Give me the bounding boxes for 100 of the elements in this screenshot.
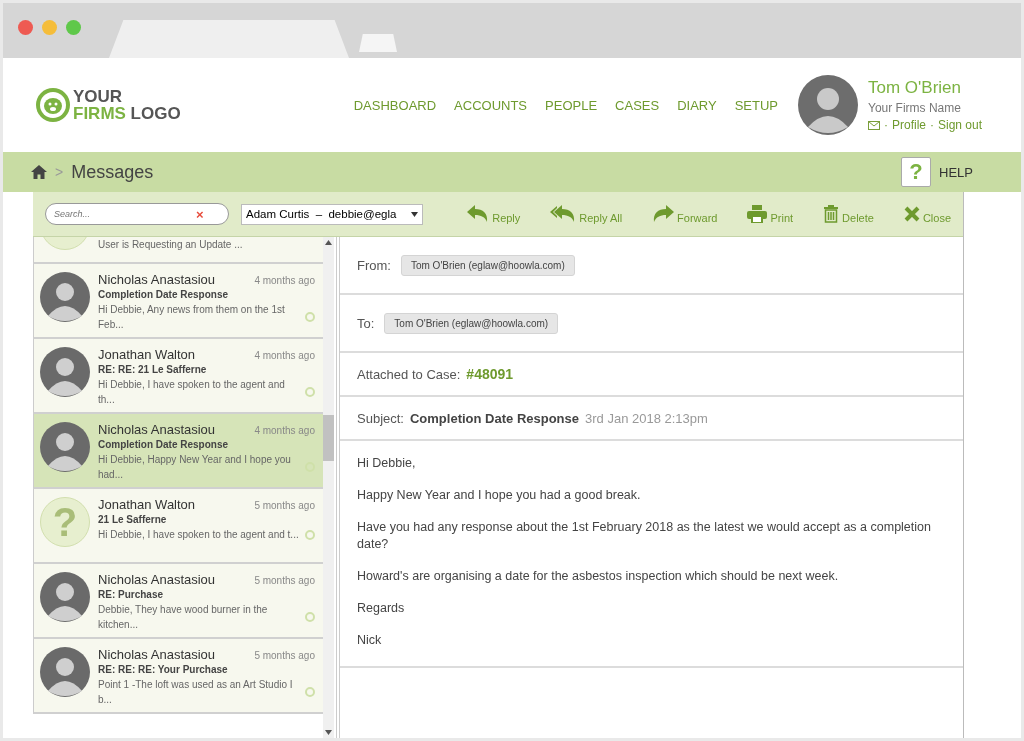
delete-button[interactable]: Delete xyxy=(823,204,874,224)
breadcrumb-separator: > xyxy=(55,164,64,180)
message-preview: Hi Debbie, I have spoken to the agent and t... xyxy=(98,528,299,542)
email-date: 3rd Jan 2018 2:13pm xyxy=(585,410,708,426)
message-item[interactable]: User is Requesting an Update ... xyxy=(33,237,323,264)
double-reply-arrow-icon xyxy=(550,205,577,223)
mailbox-dropdown[interactable]: Adam Curtis – debbie@egla xyxy=(241,203,423,225)
body-paragraph: Happy New Year and I hope you had a good break. xyxy=(357,487,642,504)
sender-name: Nicholas Anastasiou xyxy=(98,422,216,437)
status-ring-icon xyxy=(305,529,315,540)
message-item[interactable]: ? Jonathan Walton 5 months ago 21 Le Safferne Hi Debbie, I have spoken to the agent and t... xyxy=(33,489,323,564)
message-time: 5 months ago xyxy=(254,650,315,661)
status-ring-icon xyxy=(305,312,315,322)
message-subject: Completion Date Response xyxy=(98,289,229,300)
message-preview: Point 1 -The loft was used as an Art Studio I b... xyxy=(98,678,294,707)
forward-button[interactable]: Forward xyxy=(652,204,718,224)
body-paragraph: Hi Debbie, xyxy=(357,455,417,472)
close-icon xyxy=(903,206,920,222)
nav-link[interactable]: PEOPLE xyxy=(545,97,598,113)
body-paragraph: Regards xyxy=(357,600,406,617)
profile-link[interactable]: Profile xyxy=(892,118,926,132)
user-name: Tom O'Brien xyxy=(868,78,962,98)
printer-icon xyxy=(747,205,768,223)
help-button[interactable]: ? xyxy=(901,157,932,187)
close-window-dot[interactable] xyxy=(18,20,33,35)
status-ring-icon xyxy=(305,687,315,697)
unknown-avatar: ? xyxy=(40,497,90,547)
field-label: Subject: xyxy=(357,410,404,426)
message-preview: Debbie, They have wood burner in the kitchen... xyxy=(98,603,269,632)
scrollbar-track[interactable] xyxy=(323,237,334,738)
body-paragraph: Have you had any response about the 1st February 2018 as the latest we would accept as a completion date? xyxy=(357,519,932,553)
person-avatar xyxy=(40,572,90,622)
sender-name: Jonathan Walton xyxy=(98,347,196,362)
separator-dot: · xyxy=(930,118,934,132)
sender-name: Nicholas Anastasiou xyxy=(98,647,216,662)
status-ring-icon xyxy=(305,387,315,397)
message-preview: Hi Debbie, I have spoken to the agent and th... xyxy=(98,378,286,407)
message-subject: 21 Le Safferne xyxy=(98,514,167,525)
scroll-thumb[interactable] xyxy=(323,415,334,461)
case-link[interactable]: #48091 xyxy=(466,366,514,382)
message-item[interactable]: Nicholas Anastasiou 5 months ago RE: Purchase Debbie, They have wood burner in the kitchen... xyxy=(33,564,323,639)
message-time: 4 months ago xyxy=(254,425,315,436)
message-time: 5 months ago xyxy=(254,575,315,586)
recipient-chip[interactable]: Tom O'Brien (eglaw@hoowla.com) xyxy=(384,312,559,334)
user-avatar xyxy=(798,75,858,135)
logo-text: FIRMS LOGO xyxy=(73,105,181,122)
help-label[interactable]: HELP xyxy=(939,164,973,180)
sender-name: Nicholas Anastasiou xyxy=(98,572,216,587)
dropdown-caret-icon xyxy=(411,211,418,217)
new-tab[interactable] xyxy=(359,34,397,52)
nav-link[interactable]: ACCOUNTS xyxy=(454,97,528,113)
sender-name: Nicholas Anastasiou xyxy=(98,272,216,287)
message-preview: Hi Debbie, Any news from them on the 1st Feb... xyxy=(98,303,286,332)
message-time: 5 months ago xyxy=(254,500,315,511)
field-label: To: xyxy=(357,315,375,331)
separator-dot: · xyxy=(884,118,888,132)
nav-link[interactable]: DIARY xyxy=(677,97,717,113)
close-button[interactable]: Close xyxy=(903,204,951,224)
body-paragraph: Howard's are organising a date for the asbestos inspection which should be next week. xyxy=(357,568,840,585)
message-subject: RE: RE: RE: Your Purchase xyxy=(98,664,228,675)
message-item[interactable]: Nicholas Anastasiou 4 months ago Completion Date Response Hi Debbie, Any news from them on the 1st Feb... xyxy=(33,264,323,339)
person-avatar xyxy=(40,647,90,697)
message-subject: Completion Date Response xyxy=(98,439,229,450)
message-item[interactable]: Nicholas Anastasiou 4 months ago Completion Date Response Hi Debbie, Happy New Year and I hope you had... xyxy=(33,414,323,489)
person-avatar xyxy=(40,347,90,397)
field-label: Attached to Case: xyxy=(357,366,461,382)
message-preview: User is Requesting an Update ... xyxy=(98,238,243,252)
email-subject: Completion Date Response xyxy=(410,410,579,426)
reply-button[interactable]: Reply xyxy=(467,204,521,224)
scroll-up-icon[interactable] xyxy=(325,240,332,245)
dog-logo-icon xyxy=(35,87,71,123)
nav-link[interactable]: CASES xyxy=(615,97,660,113)
scroll-down-icon[interactable] xyxy=(325,730,332,735)
profile-link[interactable]: Sign out xyxy=(938,118,983,132)
sender-chip[interactable]: Tom O'Brien (eglaw@hoowla.com) xyxy=(400,254,575,276)
message-item[interactable]: Nicholas Anastasiou 5 months ago RE: RE: RE: Your Purchase Point 1 -The loft was used as an Art Studio I b... xyxy=(33,639,323,714)
status-ring-icon xyxy=(305,612,315,622)
reply-all-button[interactable]: Reply All xyxy=(550,204,623,224)
message-preview: Hi Debbie, Happy New Year and I hope you had... xyxy=(98,453,292,482)
message-item[interactable]: Jonathan Walton 4 months ago RE: RE: 21 Le Safferne Hi Debbie, I have spoken to the agent and th... xyxy=(33,339,323,414)
minimize-window-dot[interactable] xyxy=(42,20,57,35)
message-subject: RE: Purchase xyxy=(98,589,164,600)
message-subject: RE: RE: 21 Le Safferne xyxy=(98,364,207,375)
page-title: Messages xyxy=(71,161,154,183)
message-time: 4 months ago xyxy=(254,350,315,361)
nav-link[interactable]: SETUP xyxy=(734,97,778,113)
clear-icon[interactable]: × xyxy=(196,206,204,222)
logo-text: YOUR xyxy=(73,88,124,105)
person-avatar xyxy=(40,422,90,472)
trash-icon xyxy=(823,205,840,223)
mail-icon[interactable] xyxy=(868,120,880,130)
home-icon[interactable] xyxy=(31,165,47,179)
print-button[interactable]: Print xyxy=(747,204,794,224)
forward-arrow-icon xyxy=(652,205,675,223)
nav-link[interactable]: DASHBOARD xyxy=(353,97,437,113)
maximize-window-dot[interactable] xyxy=(66,20,81,35)
firm-name: Your Firms Name xyxy=(868,101,962,115)
search-field[interactable]: Search... × xyxy=(45,203,229,225)
person-avatar xyxy=(40,272,90,322)
reply-arrow-icon xyxy=(467,205,490,223)
